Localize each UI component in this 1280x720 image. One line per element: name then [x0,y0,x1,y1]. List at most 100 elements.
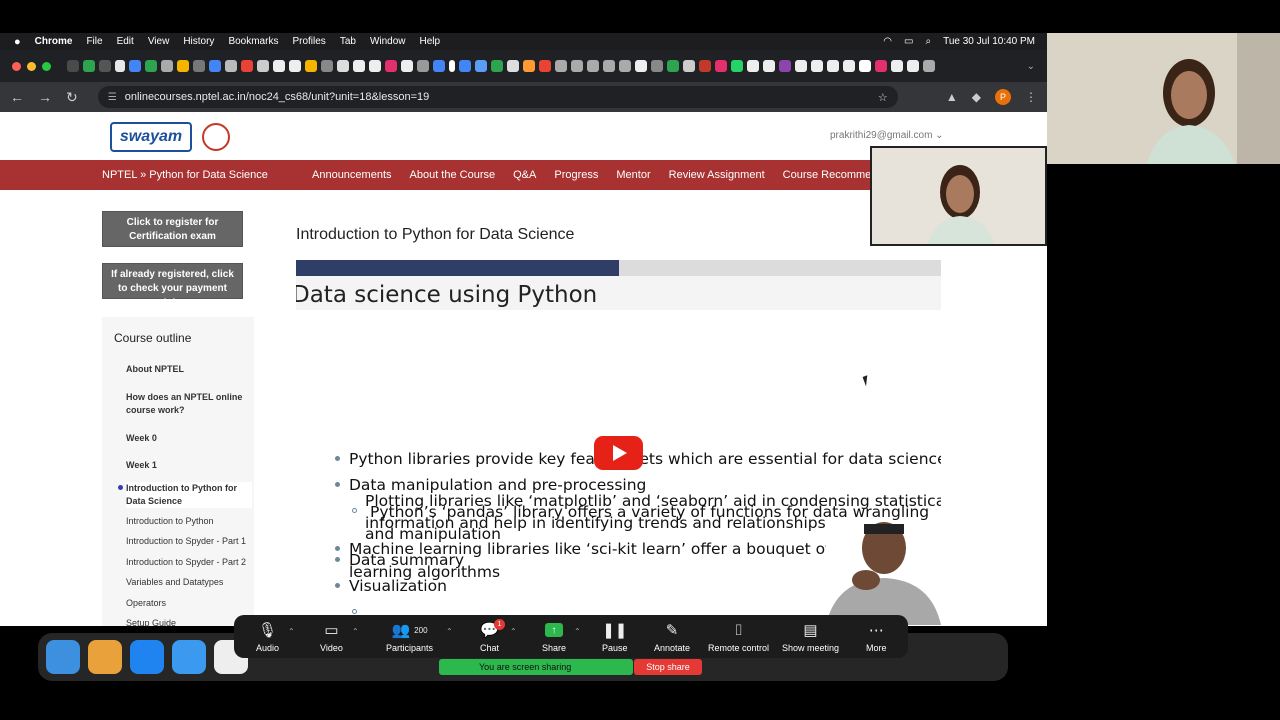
more-button[interactable]: ⋯ More [866,621,887,653]
audio-button[interactable]: 🎙 Audio [256,621,279,653]
slide-bullet: Python libraries provide key feature set… [349,450,941,468]
show-meeting-button[interactable]: ▤ Show meeting [782,621,839,653]
outline-item-variables[interactable]: Variables and Datatypes [126,576,252,589]
slide-bullet: Machine learning libraries like ‘sci-kit… [349,540,883,558]
person-silhouette-icon [1047,33,1280,164]
pencil-icon: ✎ [665,622,679,639]
chevron-up-icon[interactable]: ⌃ [574,627,581,636]
reload-icon[interactable]: ↻ [66,89,78,106]
battery-icon[interactable]: ▭ [904,36,913,47]
chevron-up-icon[interactable]: ⌃ [352,627,359,636]
youtube-play-button[interactable] [594,436,643,470]
wifi-icon[interactable]: ◠ [883,36,892,47]
annotate-button[interactable]: ✎ Annotate [654,621,690,653]
participants-button[interactable]: 👥 200 Participants [386,621,433,653]
share-screen-icon: ↑ [545,623,564,637]
browser-toolbar: ← → ↻ ☰ onlinecourses.nptel.ac.in/noc24_… [0,82,1047,112]
search-icon[interactable]: ⌕ [925,36,931,47]
more-icon: ⋯ [868,622,884,639]
extension-icon[interactable]: ▲ [946,90,958,104]
chevron-up-icon[interactable]: ⌃ [510,627,517,636]
menu-view[interactable]: View [148,36,170,47]
chevron-up-icon[interactable]: ⌃ [446,627,453,636]
screen-sharing-indicator[interactable]: You are screen sharing [439,659,633,675]
tab-search-icon[interactable]: ⌄ [1027,61,1035,72]
presenter-video-icon [826,520,941,625]
menu-bookmarks[interactable]: Bookmarks [228,36,278,47]
pause-share-button[interactable]: ❚❚ Pause [602,621,628,653]
stop-share-button[interactable]: Stop share [634,659,702,675]
outline-item-week-0[interactable]: Week 0 [126,432,252,445]
nav-about-course[interactable]: About the Course [410,169,496,181]
active-lesson-dot-icon [118,485,123,490]
forward-icon[interactable]: → [38,89,52,105]
menu-file[interactable]: File [86,36,102,47]
participants-icon: 👥 200 [391,622,428,639]
menu-tab[interactable]: Tab [340,36,356,47]
slide-bullet-cont: learning algorithms [349,563,501,581]
outline-item-week-1[interactable]: Week 1 [126,459,252,472]
register-certification-button[interactable]: Click to register for Certification exam [102,211,243,247]
share-button[interactable]: ↑ Share [542,621,566,653]
maximize-window-icon[interactable] [42,61,51,71]
url-text: onlinecourses.nptel.ac.in/noc24_cs68/uni… [124,91,430,103]
outline-item-about-nptel[interactable]: About NPTEL [126,363,252,376]
launchpad-icon[interactable] [88,640,122,674]
video-button[interactable]: ▭ Video [320,621,343,653]
site-info-icon[interactable]: ☰ [108,92,117,103]
emblem-logo [202,123,230,151]
nav-progress[interactable]: Progress [554,169,598,181]
chat-unread-badge: 1 [494,619,505,630]
outline-item-spyder-2[interactable]: Introduction to Spyder - Part 2 [126,556,252,569]
menu-profiles[interactable]: Profiles [292,36,325,47]
nav-qa[interactable]: Q&A [513,169,536,181]
course-outline: Course outline About NPTEL How does an N… [102,317,254,626]
nav-review-assignment[interactable]: Review Assignment [669,169,765,181]
bullet-icon [335,456,340,461]
webcam-self-thumbnail[interactable] [870,146,1047,246]
slide-title: Data science using Python [296,282,598,308]
user-account-menu[interactable]: prakrithi29@gmail.com ⌄ [830,130,944,141]
chevron-up-icon[interactable]: ⌃ [288,627,295,636]
safari-icon[interactable] [130,640,164,674]
menu-history[interactable]: History [183,36,214,47]
slide-header-bar-grey [619,260,941,276]
tab-strip: ⌄ [0,50,1047,82]
nav-course-recommendations[interactable]: Course Recomme [783,169,872,181]
menu-window[interactable]: Window [370,36,406,47]
finder-icon[interactable] [46,640,80,674]
remote-control-button[interactable]: ⌷ Remote control [708,621,769,654]
microphone-icon: 🎙 [257,622,278,639]
outline-item-operators[interactable]: Operators [126,597,252,610]
slide-sub-bullet: Plotting libraries like ‘matplotlib’ and… [365,492,941,510]
outline-item-how-it-works[interactable]: How does an NPTEL online course work? [126,391,252,417]
outline-item-intro-python[interactable]: Introduction to Python [126,515,252,528]
breadcrumb[interactable]: NPTEL » Python for Data Science [102,169,268,181]
lesson-title: Introduction to Python for Data Science [296,226,575,243]
bookmark-star-icon[interactable]: ☆ [878,91,888,104]
menu-app-chrome[interactable]: Chrome [35,36,73,47]
outline-item-intro-python-ds[interactable]: Introduction to Python for Data Science [126,482,252,508]
slide-sub-bullet-cont: information and help in identifying tren… [365,514,826,532]
back-icon[interactable]: ← [10,89,24,105]
nav-announcements[interactable]: Announcements [312,169,392,181]
extensions-puzzle-icon[interactable]: ◆ [972,90,981,104]
payment-status-button[interactable]: If already registered, click to check yo… [102,263,243,308]
bullet-icon [335,482,340,487]
menu-edit[interactable]: Edit [117,36,134,47]
apple-icon[interactable]: ● [14,36,21,48]
mouse-icon: ⌷ [734,621,744,639]
menu-help[interactable]: Help [420,36,441,47]
mail-icon[interactable] [172,640,206,674]
minimize-window-icon[interactable] [27,61,36,71]
chrome-menu-icon[interactable]: ⋮ [1025,90,1037,104]
address-bar[interactable]: ☰ onlinecourses.nptel.ac.in/noc24_cs68/u… [97,86,898,108]
swayam-logo[interactable]: swayam [110,122,192,152]
outline-item-spyder-1[interactable]: Introduction to Spyder - Part 1 [126,535,252,548]
profile-avatar[interactable]: P [995,89,1011,105]
tab-favicons[interactable] [67,60,935,72]
close-window-icon[interactable] [12,61,21,71]
menubar-clock[interactable]: Tue 30 Jul 10:40 PM [943,36,1035,47]
person-silhouette-icon [872,148,1045,244]
nav-mentor[interactable]: Mentor [616,169,650,181]
